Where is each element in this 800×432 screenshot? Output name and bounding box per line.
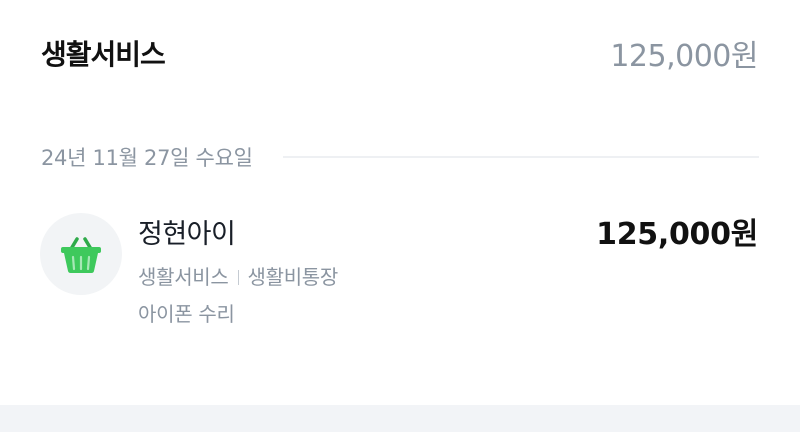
date-divider (282, 156, 759, 158)
transaction-details: 정현아이 125,000원 생활서비스 생활비통장 아이폰 수리 (138, 212, 758, 332)
transaction-memo: 아이폰 수리 (138, 302, 235, 326)
transaction-amount: 125,000원 (596, 217, 758, 252)
date-label: 24년 11월 27일 수요일 (41, 146, 253, 170)
category-header: 생활서비스 125,000원 (41, 28, 758, 78)
transaction-category: 생활서비스 (138, 265, 229, 289)
meta-separator (237, 269, 239, 285)
transaction-account: 생활비통장 (247, 265, 339, 289)
category-title: 생활서비스 (41, 38, 166, 71)
transaction-icon-container (40, 213, 122, 295)
transaction-row[interactable]: 정현아이 125,000원 생활서비스 생활비통장 아이폰 수리 (40, 212, 758, 337)
bottom-section-divider (0, 405, 800, 432)
date-group-header: 24년 11월 27일 수요일 (41, 140, 759, 174)
transaction-meta: 생활서비스 생활비통장 (138, 258, 758, 296)
category-total-amount: 125,000원 (610, 39, 758, 74)
shopping-basket-icon (61, 237, 101, 273)
